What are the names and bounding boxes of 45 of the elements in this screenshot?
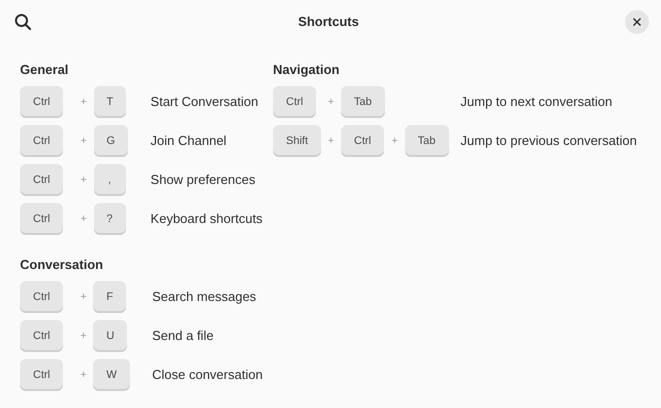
key-cap: Ctrl bbox=[273, 86, 316, 118]
plus-sign: + bbox=[80, 134, 87, 149]
key-cap: Ctrl bbox=[20, 203, 64, 235]
shortcut-description: Jump to previous conversation bbox=[460, 132, 637, 150]
key-cap: , bbox=[94, 164, 126, 196]
key-cap: W bbox=[93, 359, 130, 391]
section-title: Conversation bbox=[20, 256, 104, 274]
shortcut-description: Keyboard shortcuts bbox=[150, 210, 264, 228]
search-icon[interactable] bbox=[14, 13, 32, 31]
close-icon bbox=[632, 18, 641, 26]
key-cap: Ctrl bbox=[20, 359, 64, 391]
key-cap: Ctrl bbox=[20, 164, 64, 196]
section-title: Navigation bbox=[273, 61, 340, 79]
key-cap: Tab bbox=[404, 125, 449, 157]
plus-sign: + bbox=[328, 134, 334, 149]
key-cap: ? bbox=[94, 203, 126, 235]
shortcut-description: Jump to next conversation bbox=[460, 93, 614, 112]
shortcut-description: Send a file bbox=[152, 327, 215, 346]
key-cap: Shift bbox=[273, 125, 322, 157]
plus-sign: + bbox=[80, 368, 87, 383]
key-cap: Ctrl bbox=[20, 281, 64, 313]
key-cap: Tab bbox=[341, 86, 385, 118]
plus-sign: + bbox=[328, 94, 334, 110]
key-cap: F bbox=[93, 281, 126, 313]
shortcut-description: Join Channel bbox=[150, 132, 228, 150]
shortcut-description: Close conversation bbox=[152, 366, 264, 384]
shortcut-description: Show preferences bbox=[150, 171, 256, 190]
plus-sign: + bbox=[80, 172, 87, 188]
close-button[interactable] bbox=[624, 10, 649, 34]
key-cap: G bbox=[94, 125, 128, 157]
key-cap: Ctrl bbox=[341, 125, 384, 157]
key-cap: Ctrl bbox=[20, 320, 64, 352]
key-cap: U bbox=[93, 320, 128, 352]
shortcut-description: Search messages bbox=[152, 288, 258, 306]
key-cap: T bbox=[94, 86, 126, 118]
plus-sign: + bbox=[80, 94, 87, 110]
plus-sign: + bbox=[80, 328, 87, 344]
key-cap: Ctrl bbox=[20, 125, 64, 157]
plus-sign: + bbox=[392, 134, 398, 149]
key-cap: Ctrl bbox=[20, 86, 64, 118]
plus-sign: + bbox=[80, 212, 87, 227]
shortcut-description: Start Conversation bbox=[150, 93, 260, 112]
plus-sign: + bbox=[80, 290, 87, 305]
window-title: Shortcuts bbox=[298, 13, 359, 32]
section-title: General bbox=[20, 61, 68, 79]
